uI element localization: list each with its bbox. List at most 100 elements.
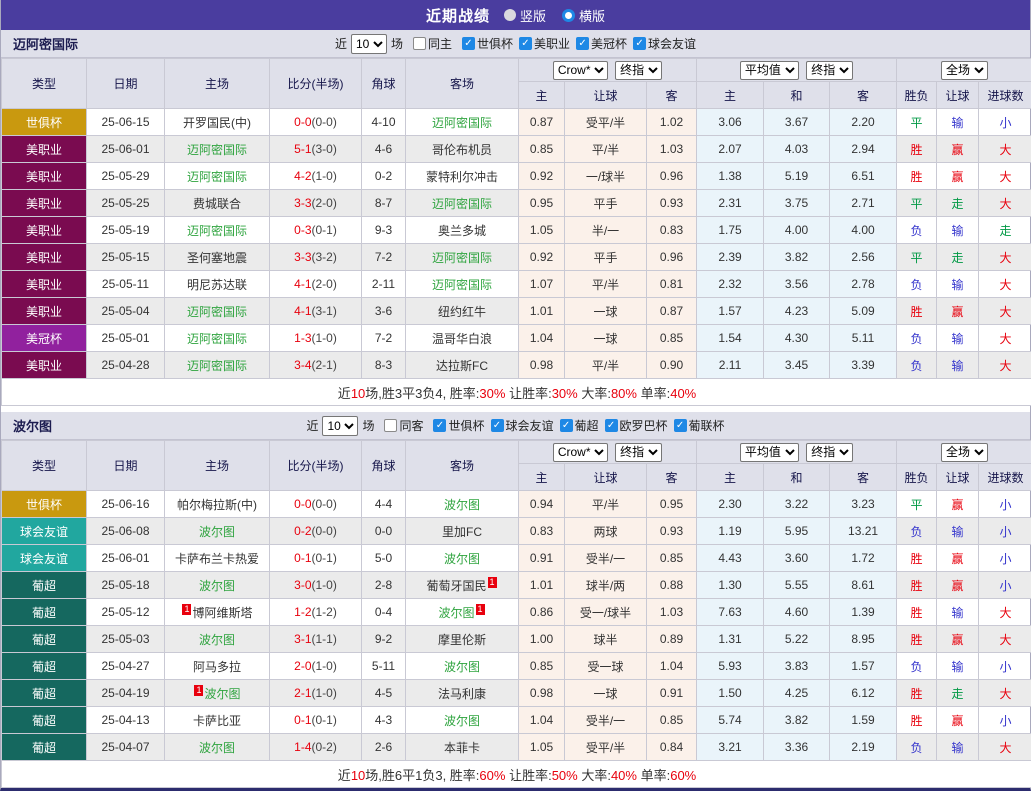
full-time-score[interactable]: 3-4 — [294, 358, 311, 372]
checkbox-checked-icon[interactable]: ✓ — [519, 37, 532, 50]
team-link[interactable]: 迈阿密国际 — [187, 332, 247, 346]
recent-count-select[interactable]: 10 — [322, 416, 358, 436]
team-link[interactable]: 蒙特利尔冲击 — [426, 170, 498, 184]
full-time-score[interactable]: 4-2 — [294, 169, 311, 183]
team-link[interactable]: 迈阿密国际 — [187, 170, 247, 184]
average-select[interactable]: 平均值 — [740, 443, 799, 462]
horizontal-layout-radio[interactable]: 横版 — [562, 6, 605, 25]
team-link[interactable]: 波尔图 — [199, 525, 235, 539]
league-checkbox[interactable]: ✓世俱杯 — [456, 35, 513, 52]
team-link[interactable]: 迈阿密国际 — [432, 116, 492, 130]
scope-select[interactable]: 全场 — [941, 61, 988, 80]
full-time-score[interactable]: 0-0 — [294, 115, 311, 129]
team-link[interactable]: 波尔图 — [444, 498, 480, 512]
team-link[interactable]: 帕尔梅拉斯(中) — [177, 498, 257, 512]
team-link[interactable]: 波尔图 — [204, 687, 240, 701]
full-time-score[interactable]: 3-0 — [294, 578, 311, 592]
team-link[interactable]: 波尔图 — [199, 633, 235, 647]
full-time-score[interactable]: 1-3 — [294, 331, 311, 345]
team-link[interactable]: 阿马多拉 — [193, 660, 241, 674]
team-link[interactable]: 迈阿密国际 — [187, 305, 247, 319]
same-venue-checkbox[interactable]: 同主 — [407, 35, 452, 52]
avg-stage-select[interactable]: 终指 — [806, 443, 853, 462]
league-checkbox[interactable]: ✓葡超 — [554, 417, 599, 434]
checkbox-checked-icon[interactable]: ✓ — [560, 419, 573, 432]
team-link[interactable]: 迈阿密国际 — [432, 197, 492, 211]
league-checkbox[interactable]: ✓球会友谊 — [485, 417, 554, 434]
full-time-score[interactable]: 0-2 — [294, 524, 311, 538]
team-link[interactable]: 迈阿密国际 — [432, 278, 492, 292]
team-link[interactable]: 卡萨比亚 — [193, 714, 241, 728]
checkbox-unchecked-icon[interactable] — [413, 37, 426, 50]
team-link[interactable]: 波尔图 — [444, 552, 480, 566]
team-link[interactable]: 达拉斯FC — [436, 359, 488, 373]
full-time-score[interactable]: 0-3 — [294, 223, 311, 237]
full-time-score[interactable]: 0-1 — [294, 551, 311, 565]
team-link[interactable]: 波尔图 — [444, 660, 480, 674]
full-time-score[interactable]: 0-1 — [294, 713, 311, 727]
team-link[interactable]: 纽约红牛 — [438, 305, 486, 319]
team-link[interactable]: 迈阿密国际 — [432, 251, 492, 265]
team-link[interactable]: 波尔图 — [199, 579, 235, 593]
team-link[interactable]: 里加FC — [442, 525, 482, 539]
team-link[interactable]: 摩里伦斯 — [438, 633, 486, 647]
team-link[interactable]: 波尔图 — [199, 741, 235, 755]
team-link[interactable]: 明尼苏达联 — [187, 278, 247, 292]
team-link[interactable]: 迈阿密国际 — [187, 143, 247, 157]
team-link[interactable]: 法马利康 — [438, 687, 486, 701]
average-select[interactable]: 平均值 — [740, 61, 799, 80]
recent-count-select[interactable]: 10 — [351, 34, 387, 54]
checkbox-checked-icon[interactable]: ✓ — [433, 419, 446, 432]
full-time-score[interactable]: 1-2 — [294, 605, 311, 619]
scope-select[interactable]: 全场 — [941, 443, 988, 462]
team-link[interactable]: 圣何塞地震 — [187, 251, 247, 265]
corner-count: 4-5 — [362, 680, 406, 707]
full-time-score[interactable]: 3-1 — [294, 632, 311, 646]
team-link[interactable]: 波尔图 — [444, 714, 480, 728]
full-time-score[interactable]: 5-1 — [294, 142, 311, 156]
team-link[interactable]: 迈阿密国际 — [187, 359, 247, 373]
full-time-score[interactable]: 3-3 — [294, 196, 311, 210]
full-time-score[interactable]: 4-1 — [294, 277, 311, 291]
bookmaker-select[interactable]: Crow* — [553, 443, 608, 462]
team-link[interactable]: 博阿维斯塔 — [192, 606, 252, 620]
team-link[interactable]: 开罗国民(中) — [183, 116, 251, 130]
team-link[interactable]: 奥兰多城 — [438, 224, 486, 238]
full-time-score[interactable]: 4-1 — [294, 304, 311, 318]
checkbox-checked-icon[interactable]: ✓ — [605, 419, 618, 432]
league-checkbox[interactable]: ✓美职业 — [513, 35, 570, 52]
team-link[interactable]: 迈阿密国际 — [187, 224, 247, 238]
bookmaker-select[interactable]: Crow* — [553, 61, 608, 80]
league-checkbox[interactable]: ✓球会友谊 — [627, 35, 696, 52]
checkbox-unchecked-icon[interactable] — [384, 419, 397, 432]
checkbox-checked-icon[interactable]: ✓ — [633, 37, 646, 50]
checkbox-checked-icon[interactable]: ✓ — [491, 419, 504, 432]
team-link[interactable]: 波尔图 — [438, 606, 474, 620]
team-link[interactable]: 葡萄牙国民 — [426, 579, 486, 593]
league-checkbox[interactable]: ✓美冠杯 — [570, 35, 627, 52]
full-time-score[interactable]: 0-0 — [294, 497, 311, 511]
team-link[interactable]: 费城联合 — [193, 197, 241, 211]
team-link[interactable]: 卡萨布兰卡热爱 — [175, 552, 259, 566]
checkbox-checked-icon[interactable]: ✓ — [462, 37, 475, 50]
full-time-score[interactable]: 2-0 — [294, 659, 311, 673]
full-time-score[interactable]: 1-4 — [294, 740, 311, 754]
odds-stage-select[interactable]: 终指 — [615, 61, 662, 80]
same-venue-checkbox[interactable]: 同客 — [378, 417, 423, 434]
team-link[interactable]: 哥伦布机员 — [432, 143, 492, 157]
league-checkbox[interactable]: ✓世俱杯 — [427, 417, 484, 434]
odds-stage-select[interactable]: 终指 — [615, 443, 662, 462]
radio-on-icon[interactable] — [562, 9, 575, 22]
vertical-layout-radio[interactable]: 竖版 — [504, 6, 546, 25]
full-time-score[interactable]: 3-3 — [294, 250, 311, 264]
team-link[interactable]: 温哥华白浪 — [432, 332, 492, 346]
team-link[interactable]: 本菲卡 — [444, 741, 480, 755]
league-checkbox[interactable]: ✓葡联杯 — [668, 417, 725, 434]
radio-off-icon[interactable] — [504, 9, 516, 21]
checkbox-checked-icon[interactable]: ✓ — [576, 37, 589, 50]
avg-stage-select[interactable]: 终指 — [806, 61, 853, 80]
checkbox-checked-icon[interactable]: ✓ — [674, 419, 687, 432]
summary-segment: 大率: — [578, 768, 611, 783]
full-time-score[interactable]: 2-1 — [294, 686, 311, 700]
league-checkbox[interactable]: ✓欧罗巴杯 — [599, 417, 668, 434]
